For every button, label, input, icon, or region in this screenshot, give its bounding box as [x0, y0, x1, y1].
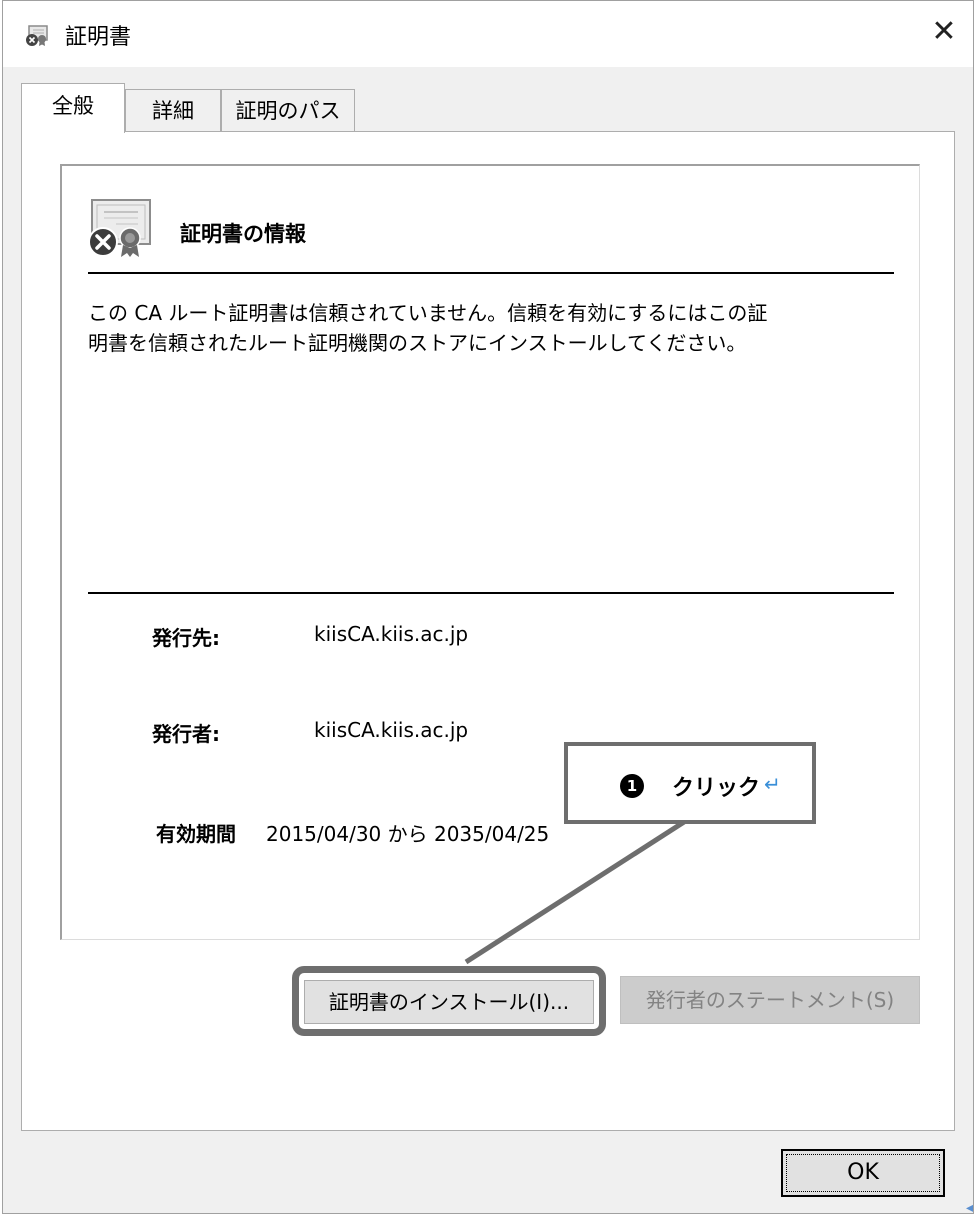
ok-button[interactable]: OK — [781, 1149, 945, 1197]
issued-by-value: kiisCA.kiis.ac.jp — [314, 718, 469, 742]
callout-text: クリック — [672, 776, 761, 801]
certificate-dialog: 証明書 ✕ 全般 詳細 証明のパス 証明書の情報 この CA ルート証明書は信頼… — [2, 0, 974, 1214]
validity-period: 2015/04/30 から 2035/04/25 — [266, 822, 550, 846]
certificate-error-icon — [25, 25, 49, 47]
corner-arrow-icon: ◂ — [966, 1200, 974, 1216]
divider-top — [88, 272, 894, 274]
info-title: 証明書の情報 — [180, 222, 306, 246]
info-message: この CA ルート証明書は信頼されていません。信頼を有効にするにはこの証 明書を… — [88, 301, 768, 355]
tab-general[interactable]: 全般 — [21, 83, 125, 133]
close-button[interactable]: ✕ — [921, 9, 967, 55]
issued-to-label: 発行先: — [152, 626, 220, 650]
title-bar: 証明書 ✕ — [3, 1, 973, 67]
click-callout: 1 クリック ↵ — [564, 742, 816, 824]
tab-certification-path[interactable]: 証明のパス — [221, 89, 355, 131]
issued-to-value: kiisCA.kiis.ac.jp — [314, 622, 469, 646]
divider-bottom — [88, 592, 894, 594]
issued-by-label: 発行者: — [152, 722, 220, 746]
validity-label: 有効期間 — [156, 822, 236, 846]
general-tab-panel: 証明書の情報 この CA ルート証明書は信頼されていません。信頼を有効にするには… — [21, 131, 955, 1131]
issuer-statement-button: 発行者のステートメント(S) — [620, 976, 920, 1024]
window-title: 証明書 — [65, 25, 132, 50]
tab-details[interactable]: 詳細 — [125, 89, 221, 131]
install-certificate-button[interactable]: 証明書のインストール(I)... — [304, 980, 594, 1024]
return-arrow-icon: ↵ — [764, 772, 781, 796]
step-number-badge: 1 — [620, 774, 644, 798]
certificate-error-icon — [86, 198, 154, 258]
